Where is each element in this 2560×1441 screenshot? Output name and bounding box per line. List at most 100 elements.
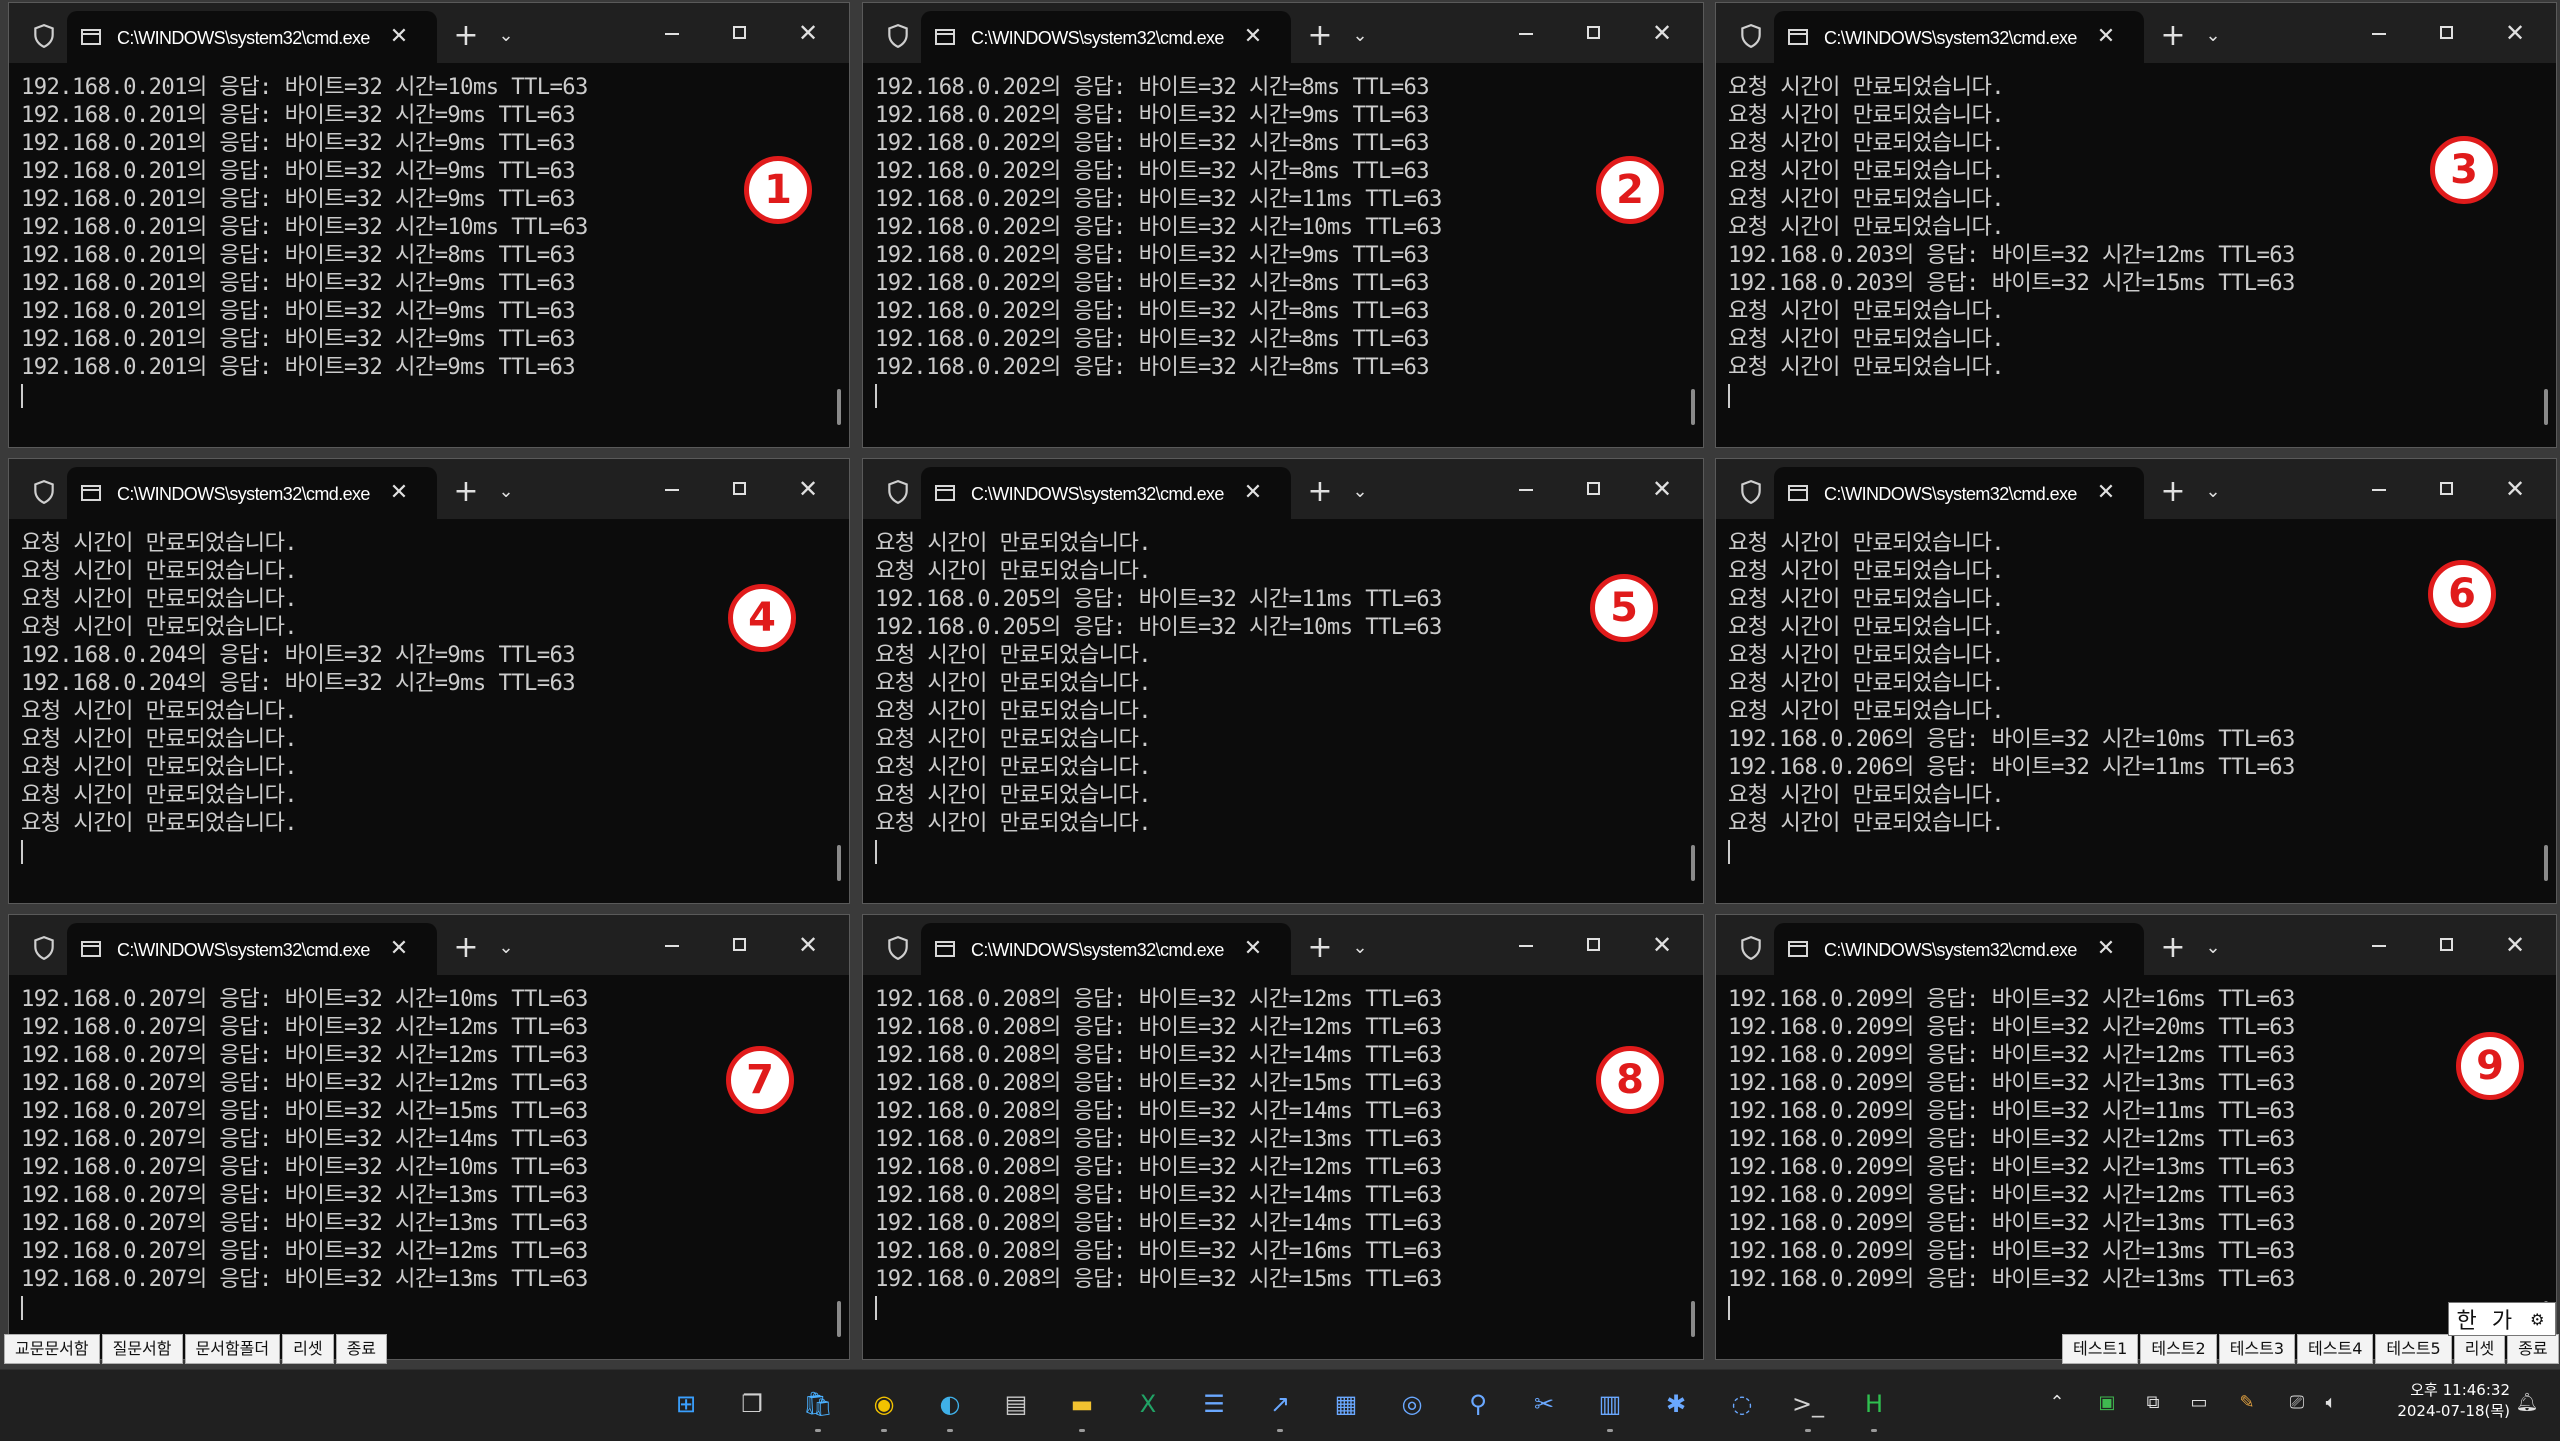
ime-indicator[interactable]: 한 가 ⚙ <box>2448 1302 2556 1336</box>
scrollbar-thumb[interactable] <box>1691 1301 1695 1337</box>
strip-button[interactable]: 교문문서함 <box>4 1334 100 1364</box>
scrollbar-thumb[interactable] <box>2544 845 2548 881</box>
terminal-tab[interactable]: C:\WINDOWS\system32\cmd.exe ✕ <box>921 923 1291 975</box>
new-tab-icon[interactable]: + <box>1303 19 1337 53</box>
tab-close-icon[interactable]: ✕ <box>1237 477 1269 509</box>
tray-network-icon[interactable]: ⎚ <box>2284 1390 2310 1416</box>
ime-settings-icon[interactable]: ⚙ <box>2520 1310 2555 1329</box>
tray-window-icon[interactable]: ⧉ <box>2140 1390 2166 1416</box>
terminal-titlebar[interactable]: C:\WINDOWS\system32\cmd.exe ✕ + ⌄ ✕ <box>863 3 1703 63</box>
share-icon[interactable]: ↗ <box>1260 1384 1300 1424</box>
tray-monitor-icon[interactable]: ▭ <box>2186 1390 2212 1416</box>
close-button[interactable]: ✕ <box>2490 925 2540 965</box>
explorer-icon[interactable]: ▬ <box>1062 1384 1102 1424</box>
new-tab-icon[interactable]: + <box>449 19 483 53</box>
terminal-output[interactable]: 192.168.0.207의 응답: 바이트=32 시간=10ms TTL=63… <box>21 985 821 1341</box>
maximize-button[interactable] <box>2424 927 2470 963</box>
close-button[interactable]: ✕ <box>1637 469 1687 509</box>
chevron-down-icon[interactable]: ⌄ <box>2196 931 2230 965</box>
chevron-down-icon[interactable]: ⌄ <box>489 19 523 53</box>
terminal-output[interactable]: 192.168.0.202의 응답: 바이트=32 시간=8ms TTL=63 1… <box>875 73 1675 429</box>
terminal-window[interactable]: C:\WINDOWS\system32\cmd.exe ✕ + ⌄ ✕ 요청 시간이 만료… <box>1715 2 2557 448</box>
terminal-tab[interactable]: C:\WINDOWS\system32\cmd.exe ✕ <box>1774 467 2144 519</box>
terminal-titlebar[interactable]: C:\WINDOWS\system32\cmd.exe ✕ + ⌄ ✕ <box>1716 459 2556 519</box>
terminal-window[interactable]: C:\WINDOWS\system32\cmd.exe ✕ + ⌄ ✕ 192.168.0… <box>8 914 850 1360</box>
terminal-titlebar[interactable]: C:\WINDOWS\system32\cmd.exe ✕ + ⌄ ✕ <box>1716 915 2556 975</box>
hancom-icon[interactable]: H <box>1854 1384 1894 1424</box>
chevron-down-icon[interactable]: ⌄ <box>1343 931 1377 965</box>
terminal-tab[interactable]: C:\WINDOWS\system32\cmd.exe ✕ <box>67 923 437 975</box>
terminal-icon[interactable]: >_ <box>1788 1384 1828 1424</box>
minimize-button[interactable] <box>2356 15 2402 51</box>
close-button[interactable]: ✕ <box>783 469 833 509</box>
minimize-button[interactable] <box>2356 927 2402 963</box>
strip-button[interactable]: 리셋 <box>282 1334 334 1364</box>
maximize-button[interactable] <box>2424 471 2470 507</box>
close-button[interactable]: ✕ <box>783 13 833 53</box>
tray-app-icon[interactable]: ▣ <box>2094 1390 2120 1416</box>
terminal-window[interactable]: C:\WINDOWS\system32\cmd.exe ✕ + ⌄ ✕ 192.168.0… <box>862 2 1704 448</box>
camera-icon[interactable]: ◎ <box>1392 1384 1432 1424</box>
scrollbar-thumb[interactable] <box>837 389 841 425</box>
tab-close-icon[interactable]: ✕ <box>2090 933 2122 965</box>
minimize-button[interactable] <box>649 927 695 963</box>
chevron-down-icon[interactable]: ⌄ <box>489 475 523 509</box>
strip-button[interactable]: 종료 <box>2507 1334 2559 1364</box>
chrome-icon[interactable]: ◉ <box>864 1384 904 1424</box>
terminal-titlebar[interactable]: C:\WINDOWS\system32\cmd.exe ✕ + ⌄ ✕ <box>863 459 1703 519</box>
scissors-icon[interactable]: ✂ <box>1524 1384 1564 1424</box>
tab-close-icon[interactable]: ✕ <box>1237 21 1269 53</box>
terminal-output[interactable]: 192.168.0.201의 응답: 바이트=32 시간=10ms TTL=63… <box>21 73 821 429</box>
minimize-button[interactable] <box>1503 15 1549 51</box>
search-icon[interactable]: ⚲ <box>1458 1384 1498 1424</box>
scrollbar-thumb[interactable] <box>837 845 841 881</box>
new-tab-icon[interactable]: + <box>2156 931 2190 965</box>
new-tab-icon[interactable]: + <box>2156 19 2190 53</box>
close-button[interactable]: ✕ <box>1637 925 1687 965</box>
terminal-tab[interactable]: C:\WINDOWS\system32\cmd.exe ✕ <box>1774 11 2144 63</box>
close-button[interactable]: ✕ <box>1637 13 1687 53</box>
windows-start-icon[interactable]: ⊞ <box>666 1384 706 1424</box>
terminal-titlebar[interactable]: C:\WINDOWS\system32\cmd.exe ✕ + ⌄ ✕ <box>9 459 849 519</box>
minimize-button[interactable] <box>649 15 695 51</box>
strip-button[interactable]: 테스트5 <box>2375 1334 2452 1364</box>
terminal-window[interactable]: C:\WINDOWS\system32\cmd.exe ✕ + ⌄ ✕ 요청 시간이 만료… <box>862 458 1704 904</box>
tray-volume-icon[interactable]: 🔈︎ <box>2318 1390 2344 1416</box>
tab-close-icon[interactable]: ✕ <box>2090 477 2122 509</box>
terminal-window[interactable]: C:\WINDOWS\system32\cmd.exe ✕ + ⌄ ✕ 192.168.0… <box>862 914 1704 1360</box>
strip-button[interactable]: 종료 <box>335 1334 388 1364</box>
tab-close-icon[interactable]: ✕ <box>383 933 415 965</box>
globe-icon[interactable]: ◌ <box>1722 1384 1762 1424</box>
terminal-tab[interactable]: C:\WINDOWS\system32\cmd.exe ✕ <box>921 467 1291 519</box>
terminal-window[interactable]: C:\WINDOWS\system32\cmd.exe ✕ + ⌄ ✕ 192.168.0… <box>1715 914 2557 1360</box>
maximize-button[interactable] <box>2424 15 2470 51</box>
new-tab-icon[interactable]: + <box>449 475 483 509</box>
terminal-output[interactable]: 192.168.0.209의 응답: 바이트=32 시간=16ms TTL=63… <box>1728 985 2528 1341</box>
network-icon[interactable]: ✱ <box>1656 1384 1696 1424</box>
excel-icon[interactable]: X <box>1128 1384 1168 1424</box>
terminal-output[interactable]: 요청 시간이 만료되었습니다. 요청 시간이 만료되었습니다. 요청 시간이 만료되… <box>21 529 821 885</box>
chevron-down-icon[interactable]: ⌄ <box>2196 475 2230 509</box>
terminal-titlebar[interactable]: C:\WINDOWS\system32\cmd.exe ✕ + ⌄ ✕ <box>1716 3 2556 63</box>
ime-mode[interactable]: 가 <box>2484 1303 2519 1335</box>
strip-button[interactable]: 테스트4 <box>2297 1334 2374 1364</box>
new-tab-icon[interactable]: + <box>449 931 483 965</box>
new-tab-icon[interactable]: + <box>2156 475 2190 509</box>
terminal-window[interactable]: C:\WINDOWS\system32\cmd.exe ✕ + ⌄ ✕ 192.168.0… <box>8 2 850 448</box>
maximize-button[interactable] <box>717 15 763 51</box>
terminal-output[interactable]: 요청 시간이 만료되었습니다. 요청 시간이 만료되었습니다. 192.168.0.… <box>875 529 1675 885</box>
terminal-tab[interactable]: C:\WINDOWS\system32\cmd.exe ✕ <box>1774 923 2144 975</box>
strip-button[interactable]: 테스트2 <box>2140 1334 2217 1364</box>
terminal-output[interactable]: 요청 시간이 만료되었습니다. 요청 시간이 만료되었습니다. 요청 시간이 만료되… <box>1728 73 2528 429</box>
strip-button[interactable]: 리셋 <box>2453 1334 2506 1364</box>
maximize-button[interactable] <box>1571 471 1617 507</box>
folder-icon[interactable]: ▤ <box>996 1384 1036 1424</box>
tab-close-icon[interactable]: ✕ <box>383 477 415 509</box>
maximize-button[interactable] <box>1571 15 1617 51</box>
minimize-button[interactable] <box>649 471 695 507</box>
minimize-button[interactable] <box>1503 927 1549 963</box>
maximize-button[interactable] <box>1571 927 1617 963</box>
new-tab-icon[interactable]: + <box>1303 931 1337 965</box>
strip-button[interactable]: 질문서함 <box>101 1334 183 1364</box>
notepad-icon[interactable]: ☰ <box>1194 1384 1234 1424</box>
